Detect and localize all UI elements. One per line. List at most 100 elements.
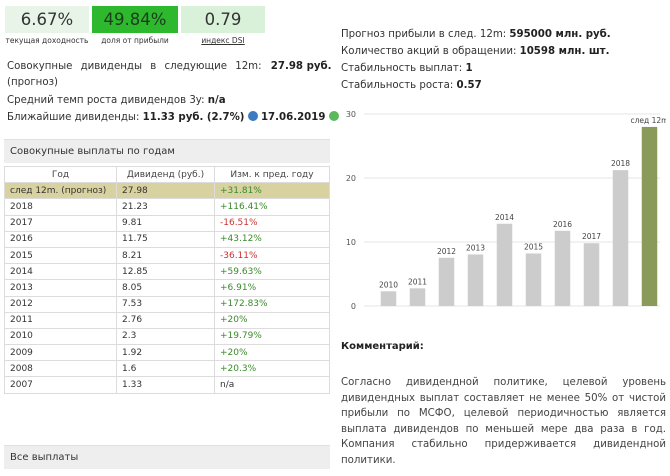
bar — [525, 253, 542, 306]
dividend-cell: 2.76 — [116, 311, 215, 329]
forecast-dividends-value: 27.98 руб. — [270, 61, 332, 72]
dividends-bar-chart: 0 10 20 30 2010 2011 2012 2013 2014 2015 2016 2017 2… — [346, 110, 666, 311]
growth-stability-line: Стабильность роста: 0.57 — [341, 80, 482, 91]
shares-count-line: Количество акций в обращении: 10598 млн.… — [341, 46, 609, 57]
yearly-payments-table: Год Дивиденд (руб.) Изм. к пред. году сл… — [4, 165, 330, 394]
forecast-dividends-label: Совокупные дивиденды в следующие 12m: — [7, 61, 262, 72]
year-cell: 2016 — [4, 230, 117, 248]
col-change: Изм. к пред. году — [214, 165, 330, 184]
col-dividend: Дивиденд (руб.) — [116, 165, 215, 184]
comment-title: Комментарий: — [341, 341, 424, 352]
bar — [409, 288, 426, 306]
year-cell: 2017 — [4, 214, 117, 232]
bar — [612, 170, 629, 306]
change-cell: +172.83% — [214, 295, 330, 313]
dividend-cell: 12.85 — [116, 263, 215, 281]
change-cell: +20% — [214, 311, 330, 329]
change-cell: +19.79% — [214, 327, 330, 346]
bar-label: 2016 — [553, 220, 572, 229]
profit-forecast-label: Прогноз прибыли в след. 12m: — [341, 29, 507, 40]
bar — [496, 223, 513, 306]
table-row: 2018 21.23 +116.41% — [4, 198, 330, 216]
dividend-cell: 21.23 — [116, 198, 215, 216]
stat-payout-value: 49.84% — [92, 6, 178, 33]
table-row: 2015 8.21 -36.11% — [4, 246, 330, 265]
nearest-dividends-date: 17.06.2019 — [260, 112, 326, 123]
dividend-cell: 1.92 — [116, 344, 215, 362]
table-row: 2017 9.81 -16.51% — [4, 214, 330, 232]
year-cell: 2012 — [4, 295, 117, 313]
dividend-cell: 7.53 — [116, 295, 215, 313]
bar — [467, 254, 484, 306]
payout-stability-value: 1 — [465, 63, 473, 74]
change-cell: -36.11% — [214, 246, 330, 265]
all-payments-header[interactable]: Все выплаты — [4, 445, 330, 469]
avg-growth-line: Средний темп роста дивидендов 3y: n/a — [7, 95, 226, 106]
table-row: 2012 7.53 +172.83% — [4, 295, 330, 313]
bar-label: след 12m — [631, 116, 666, 125]
table-row: след 12m. (прогноз) 27.98 +31.81% — [4, 182, 330, 200]
stat-payout: 49.84% доля от прибыли — [92, 6, 178, 48]
year-cell: 2009 — [4, 344, 117, 362]
shares-count-label: Количество акций в обращении: — [341, 46, 517, 57]
forecast-dividends-line: Совокупные дивиденды в следующие 12m: 27… — [7, 61, 332, 72]
y-tick-label: 10 — [346, 238, 356, 247]
stat-yield-value: 6.67% — [5, 6, 89, 33]
table-header-row: Год Дивиденд (руб.) Изм. к пред. году — [4, 165, 330, 184]
dividend-cell: 8.05 — [116, 279, 215, 297]
bar — [380, 291, 397, 306]
nearest-dividends-label: Ближайшие дивиденды: — [7, 112, 140, 123]
change-cell: +20% — [214, 344, 330, 362]
dividend-cell: 11.75 — [116, 230, 215, 248]
info-icon[interactable] — [247, 111, 258, 121]
year-cell: 2013 — [4, 279, 117, 297]
dsi-index-link[interactable]: индекс DSI — [181, 36, 265, 45]
table-row: 2014 12.85 +59.63% — [4, 263, 330, 281]
growth-stability-label: Стабильность роста: — [341, 80, 454, 91]
stat-dsi[interactable]: 0.79 индекс DSI — [181, 6, 265, 48]
profit-forecast-line: Прогноз прибыли в след. 12m: 595000 млн.… — [341, 29, 611, 40]
dividend-cell: 9.81 — [116, 214, 215, 232]
shares-count-value: 10598 млн. шт. — [519, 46, 610, 57]
nearest-dividends-value: 11.33 руб. (2.7%) — [142, 112, 245, 123]
change-cell: +59.63% — [214, 263, 330, 281]
change-cell: +20.3% — [214, 360, 330, 378]
growth-stability-value: 0.57 — [456, 80, 482, 91]
dividend-cell: 8.21 — [116, 246, 215, 265]
change-cell: -16.51% — [214, 214, 330, 232]
payout-stability-label: Стабильность выплат: — [341, 63, 463, 74]
y-tick-label: 20 — [346, 174, 356, 183]
year-cell: 2015 — [4, 246, 117, 265]
dividend-cell: 27.98 — [116, 182, 215, 200]
stat-dsi-value: 0.79 — [181, 6, 265, 33]
bar-label: 2014 — [495, 213, 514, 222]
change-cell: +31.81% — [214, 182, 330, 200]
bar — [554, 230, 571, 306]
year-cell: 2018 — [4, 198, 117, 216]
bar-label: 2012 — [437, 247, 456, 256]
nearest-dividends-line: Ближайшие дивиденды: 11.33 руб. (2.7%) 1… — [7, 111, 339, 123]
dividend-cell: 2.3 — [116, 327, 215, 346]
payout-stability-line: Стабильность выплат: 1 — [341, 63, 473, 74]
change-cell: n/a — [214, 376, 330, 394]
year-cell: 2008 — [4, 360, 117, 378]
table-row: 2016 11.75 +43.12% — [4, 230, 330, 248]
dividend-cell: 1.33 — [116, 376, 215, 394]
bar-label: 2015 — [524, 242, 543, 251]
dividend-cell: 1.6 — [116, 360, 215, 378]
y-tick-label: 30 — [346, 110, 356, 119]
bar-label: 2010 — [379, 280, 398, 289]
year-cell: след 12m. (прогноз) — [4, 182, 117, 200]
bar-label: 2018 — [611, 159, 630, 168]
change-cell: +43.12% — [214, 230, 330, 248]
bar — [583, 243, 600, 306]
profit-forecast-value: 595000 млн. руб. — [509, 29, 611, 40]
avg-growth-value: n/a — [207, 95, 226, 106]
table-row: 2010 2.3 +19.79% — [4, 327, 330, 346]
bar-label: 2013 — [466, 243, 485, 252]
table-row: 2011 2.76 +20% — [4, 311, 330, 329]
change-cell: +116.41% — [214, 198, 330, 216]
year-cell: 2010 — [4, 327, 117, 346]
col-year: Год — [4, 165, 117, 184]
forecast-suffix: (прогноз) — [7, 77, 58, 88]
